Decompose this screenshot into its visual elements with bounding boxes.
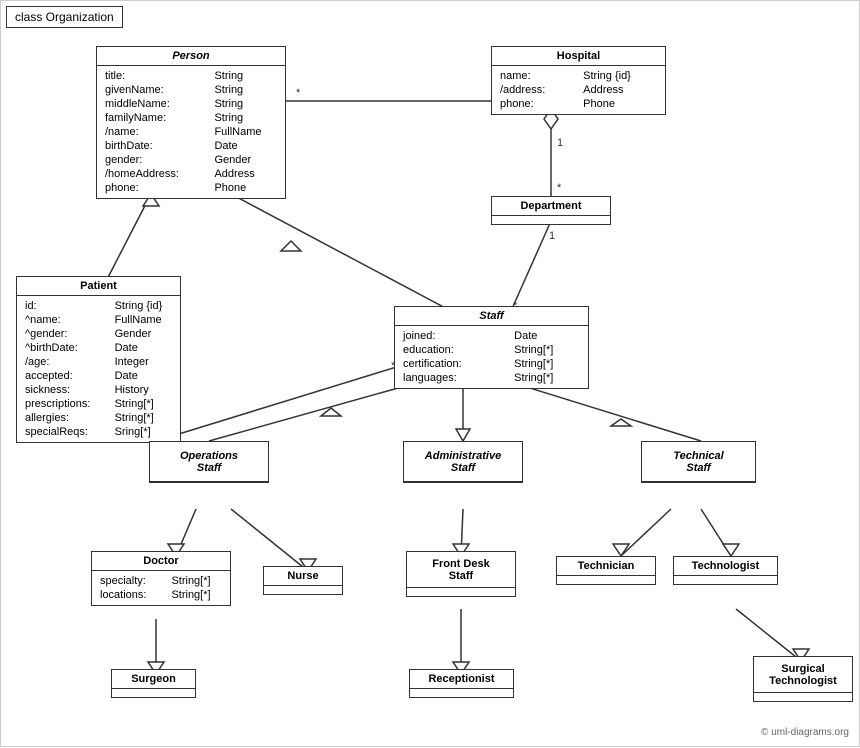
hospital-title: Hospital — [492, 47, 665, 66]
class-doctor: Doctor specialty:String[*] locations:Str… — [91, 551, 231, 606]
nurse-title: Nurse — [264, 567, 342, 586]
class-patient: Patient id:String {id} ^name:FullName ^g… — [16, 276, 181, 443]
admin-staff-title: Administrative Staff — [404, 442, 522, 482]
class-admin-staff: Administrative Staff — [403, 441, 523, 483]
class-nurse: Nurse — [263, 566, 343, 595]
operations-staff-title: Operations Staff — [150, 442, 268, 482]
svg-text:*: * — [296, 87, 301, 99]
diagram-title: class Organization — [6, 6, 123, 28]
staff-body: joined:Date education:String[*] certific… — [395, 326, 588, 388]
department-title: Department — [492, 197, 610, 216]
class-surgical-technologist: Surgical Technologist — [753, 656, 853, 702]
surgeon-title: Surgeon — [112, 670, 195, 689]
class-technician: Technician — [556, 556, 656, 585]
person-body: title:String givenName:String middleName… — [97, 66, 285, 198]
class-operations-staff: Operations Staff — [149, 441, 269, 483]
patient-title: Patient — [17, 277, 180, 296]
front-desk-title: Front Desk Staff — [407, 552, 515, 588]
doctor-body: specialty:String[*] locations:String[*] — [92, 571, 230, 605]
person-title: Person — [97, 47, 285, 66]
class-receptionist: Receptionist — [409, 669, 514, 698]
hospital-body: name:String {id} /address:Address phone:… — [492, 66, 665, 114]
diagram-container: class Organization * * 1 * 1 * * * — [0, 0, 860, 747]
class-surgeon: Surgeon — [111, 669, 196, 698]
surgical-tech-title: Surgical Technologist — [754, 657, 852, 693]
class-hospital: Hospital name:String {id} /address:Addre… — [491, 46, 666, 115]
class-person: Person title:String givenName:String mid… — [96, 46, 286, 199]
class-department: Department — [491, 196, 611, 225]
class-technical-staff: Technical Staff — [641, 441, 756, 483]
patient-body: id:String {id} ^name:FullName ^gender:Ge… — [17, 296, 180, 442]
staff-title: Staff — [395, 307, 588, 326]
technician-title: Technician — [557, 557, 655, 576]
class-technologist: Technologist — [673, 556, 778, 585]
copyright: © uml-diagrams.org — [761, 727, 849, 738]
technical-staff-title: Technical Staff — [642, 442, 755, 482]
class-front-desk: Front Desk Staff — [406, 551, 516, 597]
department-body — [492, 216, 610, 224]
receptionist-title: Receptionist — [410, 670, 513, 689]
technologist-title: Technologist — [674, 557, 777, 576]
svg-text:1: 1 — [557, 137, 563, 149]
svg-text:*: * — [557, 182, 562, 194]
class-staff: Staff joined:Date education:String[*] ce… — [394, 306, 589, 389]
doctor-title: Doctor — [92, 552, 230, 571]
svg-text:1: 1 — [549, 230, 555, 242]
